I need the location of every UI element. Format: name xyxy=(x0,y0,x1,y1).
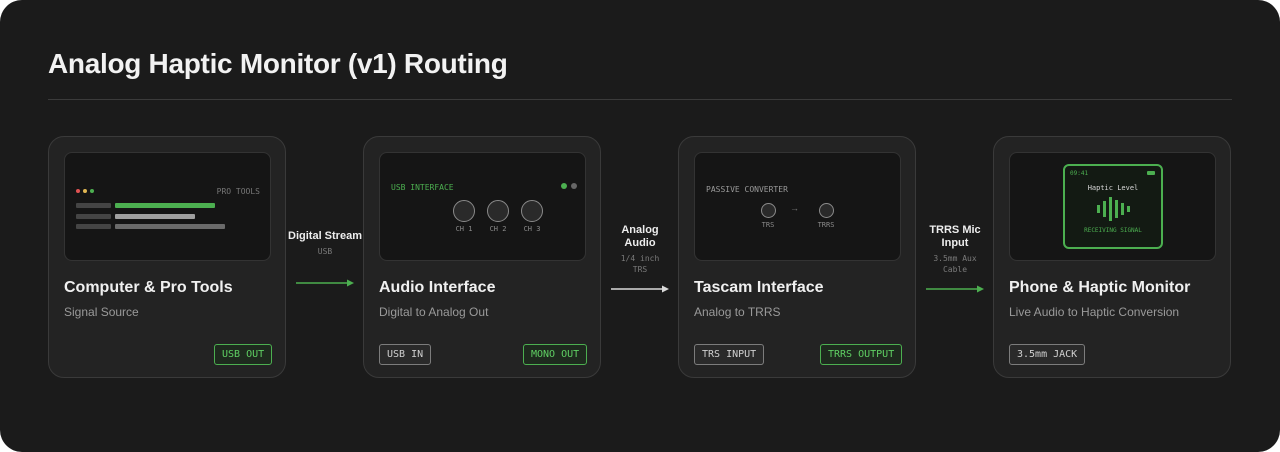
connector-trrs-mic-input: TRRS Mic Input 3.5mm Aux Cable xyxy=(915,224,995,275)
arrow-green-icon xyxy=(296,279,354,287)
haptic-level-heading: Haptic Level xyxy=(1087,184,1139,192)
channel-knob xyxy=(487,200,509,222)
arrow-right-icon: → xyxy=(790,203,799,213)
connector-sub: 1/4 inch TRS xyxy=(620,254,660,274)
title-divider xyxy=(48,99,1232,100)
usb-interface-label: USB INTERFACE xyxy=(391,183,454,192)
computer-preview: PRO TOOLS xyxy=(64,152,271,261)
window-dot-red xyxy=(76,189,80,193)
connector-analog-audio: Analog Audio 1/4 inch TRS xyxy=(600,224,680,275)
node-computer-pro-tools: PRO TOOLS Computer & Pro Tools Signal So… xyxy=(48,136,286,378)
page-title: Analog Haptic Monitor (v1) Routing xyxy=(48,48,508,79)
node-title: Audio Interface xyxy=(379,279,496,296)
port-tag-3-5mm-jack: 3.5mm JACK xyxy=(1009,344,1086,365)
connector-label: Analog Audio xyxy=(621,224,659,249)
connector-sub: 3.5mm Aux Cable xyxy=(933,254,977,274)
port-tag-trrs-output: TRRS OUTPUT xyxy=(820,344,903,365)
node-audio-interface: USB INTERFACE CH 1 CH 2 CH 3 Audio Inter… xyxy=(363,136,601,378)
channel-label: CH 2 xyxy=(489,225,507,233)
trrs-port-label: TRRS xyxy=(817,221,835,229)
arrow-white-icon xyxy=(611,285,669,293)
connector-digital-stream: Digital Stream USB xyxy=(285,230,365,257)
node-title: Phone & Haptic Monitor xyxy=(1009,279,1191,296)
status-led-gray xyxy=(571,183,577,189)
connector-sub: USB xyxy=(317,247,333,256)
channel-knob xyxy=(521,200,543,222)
status-led-green xyxy=(561,183,567,189)
signal-status: RECEIVING SIGNAL xyxy=(1084,227,1142,234)
port-tag-mono-out: MONO OUT xyxy=(523,344,588,365)
node-title: Computer & Pro Tools xyxy=(64,279,233,296)
window-dot-green xyxy=(90,189,94,193)
node-subtitle: Signal Source xyxy=(64,305,139,319)
port-tag-usb-out: USB OUT xyxy=(214,344,273,365)
node-subtitle: Digital to Analog Out xyxy=(379,305,489,319)
waveform-icon xyxy=(1097,197,1130,221)
passive-converter-label: PASSIVE CONVERTER xyxy=(706,185,788,194)
connector-label: TRRS Mic Input xyxy=(929,224,981,249)
audio-interface-preview: USB INTERFACE CH 1 CH 2 CH 3 xyxy=(379,152,586,261)
port-tag-trs-input: TRS INPUT xyxy=(694,344,765,365)
pro-tools-label: PRO TOOLS xyxy=(216,187,260,196)
channel-label: CH 3 xyxy=(523,225,541,233)
phone-screen: 09:41 Haptic Level RECEIVING SIGNAL xyxy=(1063,164,1163,249)
node-tascam-interface: PASSIVE CONVERTER TRS → TRRS Tascam Inte… xyxy=(678,136,916,378)
arrow-green-icon xyxy=(926,285,984,293)
trrs-port xyxy=(819,203,834,218)
node-subtitle: Analog to TRRS xyxy=(694,305,781,319)
port-tag-usb-in: USB IN xyxy=(379,344,432,365)
window-dot-yellow xyxy=(83,189,87,193)
trs-port xyxy=(761,203,776,218)
battery-icon xyxy=(1147,171,1155,175)
node-phone-haptic-monitor: 09:41 Haptic Level RECEIVING SIGNAL Phon… xyxy=(993,136,1231,378)
node-title: Tascam Interface xyxy=(694,279,824,296)
trs-port-label: TRS xyxy=(761,221,775,229)
phone-preview: 09:41 Haptic Level RECEIVING SIGNAL xyxy=(1009,152,1216,261)
phone-clock: 09:41 xyxy=(1070,170,1089,177)
diagram-canvas: Analog Haptic Monitor (v1) Routing PRO T… xyxy=(0,0,1280,452)
connector-label: Digital Stream xyxy=(288,230,362,242)
channel-label: CH 1 xyxy=(455,225,473,233)
channel-knob xyxy=(453,200,475,222)
node-subtitle: Live Audio to Haptic Conversion xyxy=(1009,305,1180,319)
tascam-preview: PASSIVE CONVERTER TRS → TRRS xyxy=(694,152,901,261)
